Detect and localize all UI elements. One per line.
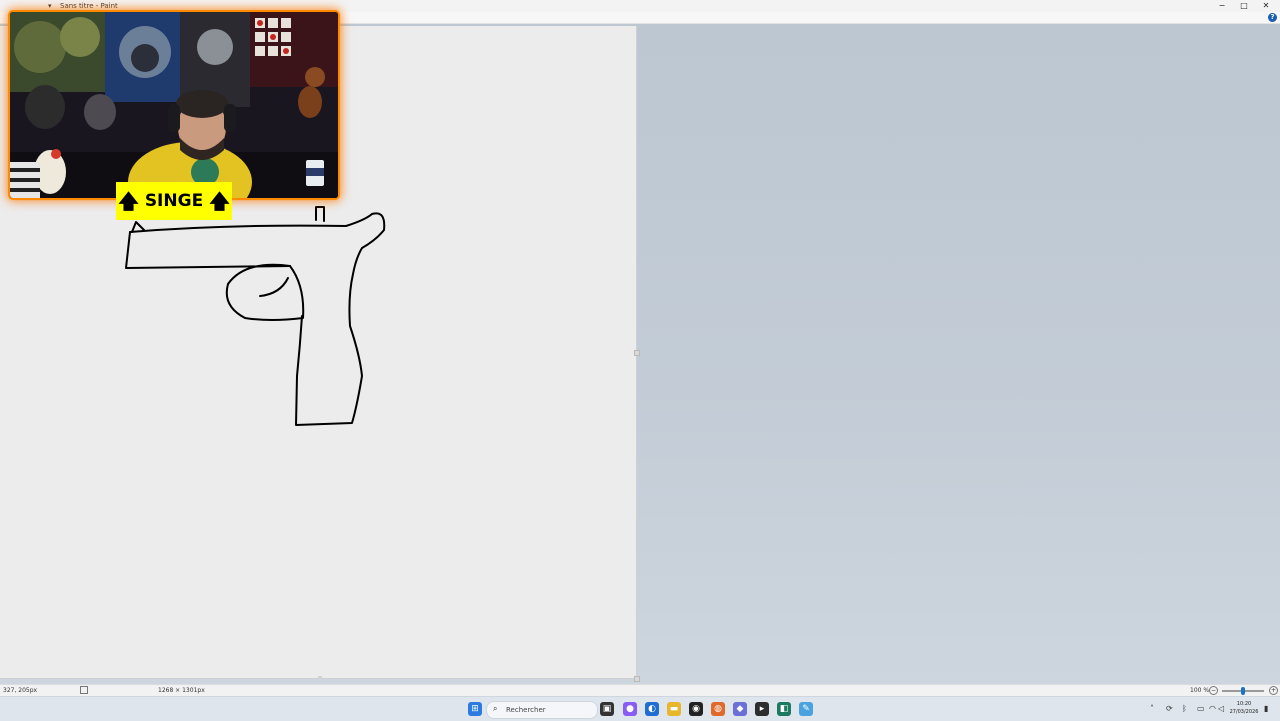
selection-icon xyxy=(80,686,88,694)
bluetooth-icon[interactable]: ᛒ xyxy=(1182,703,1187,715)
webcam-scene xyxy=(10,12,338,198)
obs-icon[interactable]: ◉ xyxy=(689,702,703,716)
taskbar: ⊞ ⌕ Rechercher ▣ ● ◐ ▬ ◉ ◍ ◆ ▸ ◧ ✎ ˄ ⟳ ᛒ… xyxy=(0,696,1280,721)
scroll-indicator xyxy=(318,676,322,679)
app-icon[interactable]: ◆ xyxy=(733,702,747,716)
singe-label: 🡅 SINGE 🡅 xyxy=(116,182,232,220)
zoom-slider-thumb[interactable] xyxy=(1241,687,1245,695)
firefox-icon[interactable]: ◍ xyxy=(711,702,725,716)
vscode-icon[interactable]: ◧ xyxy=(777,702,791,716)
task-view-icon[interactable]: ▣ xyxy=(600,702,614,716)
search-box[interactable]: ⌕ Rechercher xyxy=(486,701,598,719)
chevron-up-icon[interactable]: ˄ xyxy=(1150,703,1154,715)
edge-icon[interactable]: ◐ xyxy=(645,702,659,716)
resize-handle-corner[interactable] xyxy=(634,676,640,682)
window-title: Sans titre - Paint xyxy=(60,2,118,10)
cursor-position: 327, 205px xyxy=(3,687,38,694)
paint-icon: ▾ xyxy=(48,2,52,10)
arrow-up-icon: 🡅 xyxy=(118,189,139,213)
zoom-out-button[interactable]: − xyxy=(1209,686,1218,695)
terminal-icon[interactable]: ▸ xyxy=(755,702,769,716)
wifi-icon[interactable]: ◠ xyxy=(1209,703,1216,715)
zoom-level: 100 % xyxy=(1190,687,1210,694)
monitor-icon[interactable]: ▭ xyxy=(1197,703,1205,715)
search-placeholder: Rechercher xyxy=(506,706,546,714)
clock-date: 27/03/2026 xyxy=(1229,709,1259,715)
resize-handle-right[interactable] xyxy=(634,350,640,356)
windows-start-icon[interactable]: ⊞ xyxy=(468,702,482,716)
singe-text: SINGE xyxy=(144,191,204,211)
title-bar: ▾ Sans titre - Paint − □ ✕ xyxy=(0,0,1280,12)
zoom-in-button[interactable]: + xyxy=(1269,686,1278,695)
search-icon: ⌕ xyxy=(493,704,498,713)
maximize-button[interactable]: □ xyxy=(1234,0,1254,12)
paint-icon[interactable]: ✎ xyxy=(799,702,813,716)
copilot-icon[interactable]: ● xyxy=(623,702,637,716)
arrow-up-icon: 🡅 xyxy=(209,189,230,213)
notification-icon[interactable]: ▮ xyxy=(1264,703,1268,715)
canvas-size: 1268 × 1301px xyxy=(158,687,205,694)
help-icon[interactable]: ? xyxy=(1268,13,1277,22)
system-clock[interactable]: 10:20 27/03/2026 xyxy=(1226,700,1262,716)
clock-time: 10:20 xyxy=(1236,701,1252,707)
close-button[interactable]: ✕ xyxy=(1256,0,1276,12)
webcam-overlay xyxy=(10,12,338,198)
network-icon[interactable]: ⟳ xyxy=(1166,703,1173,715)
file-explorer-icon[interactable]: ▬ xyxy=(667,702,681,716)
volume-icon[interactable]: ◁ xyxy=(1218,703,1224,715)
minimize-button[interactable]: − xyxy=(1212,0,1232,12)
